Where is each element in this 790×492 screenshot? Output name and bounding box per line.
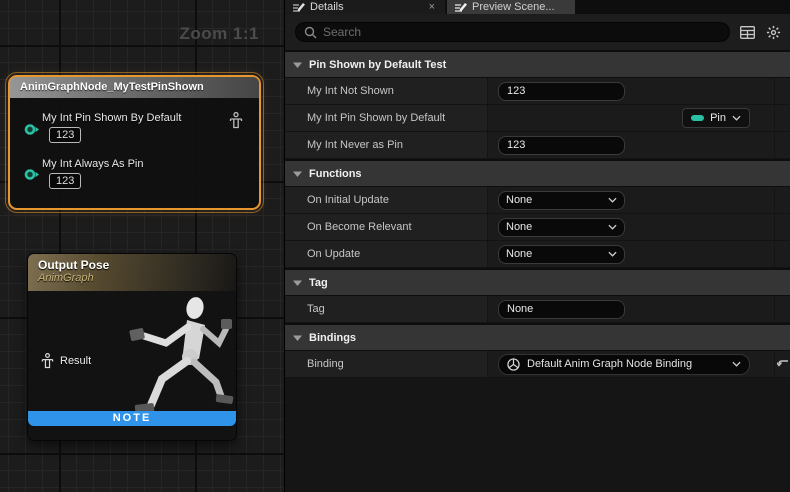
chevron-down-icon: [293, 335, 302, 341]
node-title: Output Pose: [38, 258, 236, 272]
display-options-icon[interactable]: [738, 23, 756, 41]
node-subtitle: AnimGraph: [38, 272, 236, 284]
chevron-down-icon: [608, 251, 617, 257]
property-row-my-int-pin-shown-by-default: My Int Pin Shown by Default Pin: [285, 105, 790, 132]
search-input[interactable]: [323, 25, 721, 39]
property-row-my-int-not-shown: My Int Not Shown: [285, 78, 790, 105]
chevron-down-icon: [608, 224, 617, 230]
details-panel: Details × Preview Scene...: [285, 0, 790, 492]
chevron-down-icon: [293, 280, 302, 286]
graph-node-testpinshown[interactable]: AnimGraphNode_MyTestPinShown My Int Pin …: [8, 75, 261, 210]
binding-sphere-icon: [507, 358, 520, 371]
search-icon: [304, 26, 317, 39]
section-tag[interactable]: Tag: [285, 268, 790, 296]
tab-details[interactable]: Details ×: [285, 0, 445, 14]
details-icon: [293, 2, 305, 12]
on-initial-update-dropdown[interactable]: None: [498, 191, 625, 210]
pose-person-icon: [41, 353, 54, 369]
node-title[interactable]: AnimGraphNode_MyTestPinShown: [10, 77, 259, 98]
tag-input[interactable]: [498, 300, 625, 319]
result-pin-label: Result: [60, 355, 91, 367]
chevron-down-icon: [732, 361, 741, 367]
details-toolbar: [285, 14, 790, 50]
property-row-my-int-never-as-pin: My Int Never as Pin: [285, 132, 790, 159]
int-pin-icon[interactable]: [24, 168, 40, 181]
binding-dropdown[interactable]: Default Anim Graph Node Binding: [498, 354, 750, 375]
unreal-editor: Zoom 1:1 AnimGraphNode_MyTestPinShown My…: [0, 0, 790, 492]
tab-label: Details: [310, 1, 422, 13]
chevron-down-icon: [608, 197, 617, 203]
property-row-tag: Tag: [285, 296, 790, 323]
property-row-on-update: On Update None: [285, 241, 790, 268]
section-bindings[interactable]: Bindings: [285, 323, 790, 351]
note-badge[interactable]: NOTE: [28, 411, 236, 426]
my-int-not-shown-input[interactable]: [498, 82, 625, 101]
panel-tabbar: Details × Preview Scene...: [285, 0, 790, 14]
graph-pin-shown-by-default[interactable]: My Int Pin Shown By Default 123: [42, 112, 181, 143]
graph-pin-always-as-pin[interactable]: My Int Always As Pin 123: [42, 158, 143, 189]
chevron-down-icon: [293, 62, 302, 68]
tab-preview-scene[interactable]: Preview Scene...: [447, 0, 575, 14]
pin-capsule-icon: [691, 115, 704, 121]
property-row-on-initial-update: On Initial Update None: [285, 187, 790, 214]
pin-value-box[interactable]: 123: [49, 173, 81, 189]
mannequin-image: [104, 291, 234, 423]
search-box[interactable]: [295, 22, 730, 42]
section-pin-shown-by-default-test[interactable]: Pin Shown by Default Test: [285, 50, 790, 78]
pin-label: My Int Pin Shown By Default: [42, 112, 181, 124]
result-pose-pin[interactable]: Result: [41, 353, 91, 369]
pin-value-box[interactable]: 123: [49, 127, 81, 143]
section-functions[interactable]: Functions: [285, 159, 790, 187]
pin-label: My Int Always As Pin: [42, 158, 143, 170]
pin-toggle-dropdown[interactable]: Pin: [682, 108, 750, 128]
chevron-down-icon: [293, 171, 302, 177]
on-update-dropdown[interactable]: None: [498, 245, 625, 264]
property-row-on-become-relevant: On Become Relevant None: [285, 214, 790, 241]
int-pin-icon[interactable]: [24, 123, 40, 136]
chevron-down-icon: [732, 115, 741, 121]
property-row-binding: Binding Default Anim Graph Node Binding: [285, 351, 790, 378]
anim-graph-canvas[interactable]: Zoom 1:1 AnimGraphNode_MyTestPinShown My…: [0, 0, 285, 492]
pin-visibility-icon[interactable]: [229, 112, 243, 129]
graph-node-output-pose[interactable]: Output Pose AnimGraph: [27, 253, 237, 441]
my-int-never-as-pin-input[interactable]: [498, 136, 625, 155]
details-icon: [455, 2, 467, 12]
settings-gear-icon[interactable]: [764, 23, 782, 41]
on-become-relevant-dropdown[interactable]: None: [498, 218, 625, 237]
reset-to-default-icon[interactable]: [777, 359, 789, 369]
tab-label: Preview Scene...: [472, 1, 567, 13]
zoom-level-label: Zoom 1:1: [179, 24, 259, 44]
output-pose-header[interactable]: Output Pose AnimGraph: [28, 254, 236, 291]
property-list: Pin Shown by Default Test My Int Not Sho…: [285, 50, 790, 492]
close-icon[interactable]: ×: [427, 1, 437, 13]
